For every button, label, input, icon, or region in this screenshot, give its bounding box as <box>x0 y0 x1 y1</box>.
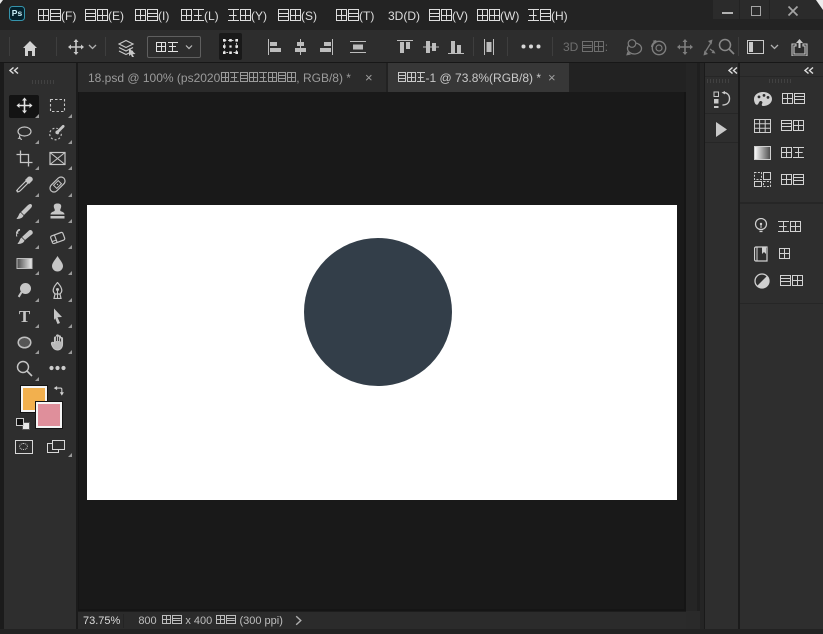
svg-text:T: T <box>18 308 30 325</box>
